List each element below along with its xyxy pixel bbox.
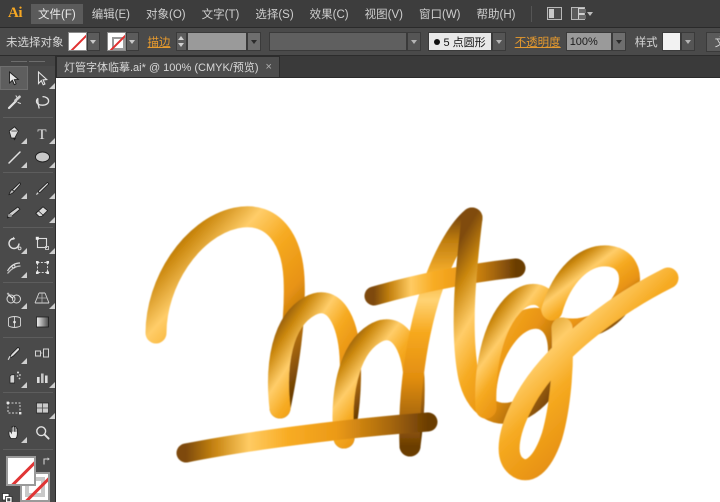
line-segment-tool[interactable] bbox=[0, 145, 28, 169]
stroke-weight-stepper[interactable] bbox=[176, 32, 187, 51]
document-tab[interactable]: 灯管字体临摹.ai* @ 100% (CMYK/预览) × bbox=[56, 56, 280, 77]
stroke-weight-label[interactable]: 描边 bbox=[148, 34, 171, 50]
stroke-weight-input[interactable] bbox=[187, 32, 247, 51]
tool-divider bbox=[3, 449, 53, 450]
document-setup-button[interactable]: 文档设置 bbox=[706, 32, 720, 52]
tool-divider bbox=[3, 117, 53, 118]
width-tool[interactable] bbox=[0, 255, 28, 279]
fill-swatch-large[interactable] bbox=[6, 456, 36, 486]
pencil-tool[interactable] bbox=[28, 176, 56, 200]
shape-builder-tool[interactable] bbox=[0, 286, 28, 310]
style-dropdown[interactable] bbox=[681, 32, 695, 51]
rotate-tool[interactable] bbox=[0, 231, 28, 255]
document-tab-title: 灯管字体临摹.ai* @ 100% (CMYK/预览) bbox=[64, 59, 259, 75]
inter-neon-tube-lettering bbox=[56, 78, 720, 502]
tool-panel: T bbox=[0, 56, 56, 502]
menu-view[interactable]: 视图(V) bbox=[358, 4, 410, 24]
artboard-tool[interactable] bbox=[0, 396, 28, 420]
menu-help[interactable]: 帮助(H) bbox=[470, 4, 523, 24]
width-profile-group[interactable] bbox=[269, 32, 421, 51]
selection-tool[interactable] bbox=[0, 66, 28, 90]
document-tab-bar: 灯管字体临摹.ai* @ 100% (CMYK/预览) × bbox=[56, 56, 720, 78]
illustrator-window: Ai 文件(F) 编辑(E) 对象(O) 文字(T) 选择(S) 效果(C) 视… bbox=[0, 0, 720, 502]
blend-tool[interactable] bbox=[28, 341, 56, 365]
fill-stroke-cluster bbox=[0, 454, 56, 502]
blob-brush-tool[interactable] bbox=[0, 200, 28, 224]
menu-divider bbox=[531, 6, 532, 22]
paintbrush-tool[interactable] bbox=[0, 176, 28, 200]
control-bar: 未选择对象 描边 5 点圆形 不透明度 10 bbox=[0, 28, 720, 56]
column-graph-tool[interactable] bbox=[28, 365, 56, 389]
stroke-profile-group[interactable]: 5 点圆形 bbox=[428, 32, 506, 51]
symbol-sprayer-tool[interactable] bbox=[0, 365, 28, 389]
tool-panel-grip[interactable] bbox=[0, 56, 55, 66]
direct-selection-tool[interactable] bbox=[28, 66, 56, 90]
eyedropper-tool[interactable] bbox=[0, 341, 28, 365]
eraser-tool[interactable] bbox=[28, 200, 56, 224]
tool-divider bbox=[3, 337, 53, 338]
hand-tool[interactable] bbox=[0, 420, 28, 444]
menu-effect[interactable]: 效果(C) bbox=[303, 4, 356, 24]
tool-divider bbox=[3, 227, 53, 228]
magic-wand-tool[interactable] bbox=[0, 90, 28, 114]
tool-divider bbox=[3, 392, 53, 393]
tool-divider bbox=[3, 172, 53, 173]
ellipse-tool[interactable] bbox=[28, 145, 56, 169]
style-swatch[interactable] bbox=[662, 32, 681, 51]
slice-tool[interactable] bbox=[28, 396, 56, 420]
opacity-input[interactable]: 100% bbox=[566, 32, 612, 51]
opacity-dropdown[interactable] bbox=[612, 32, 626, 51]
menu-window[interactable]: 窗口(W) bbox=[412, 4, 468, 24]
close-icon[interactable]: × bbox=[266, 62, 272, 73]
stroke-profile-field[interactable]: 5 点圆形 bbox=[428, 32, 492, 51]
stroke-swatch-group[interactable] bbox=[107, 32, 139, 51]
tool-divider bbox=[3, 282, 53, 283]
opacity-group[interactable]: 100% bbox=[566, 32, 626, 51]
document-canvas[interactable] bbox=[56, 78, 720, 502]
fill-dropdown-arrow[interactable] bbox=[87, 32, 100, 51]
arrange-documents-icon[interactable] bbox=[543, 5, 565, 23]
width-profile-dropdown[interactable] bbox=[407, 32, 421, 51]
pen-tool[interactable] bbox=[0, 121, 28, 145]
fill-swatch[interactable] bbox=[68, 32, 87, 51]
fill-swatch-group[interactable] bbox=[68, 32, 100, 51]
stroke-color-swatch[interactable] bbox=[107, 32, 126, 51]
tool-list: T bbox=[0, 66, 56, 444]
brush-preview-icon bbox=[434, 39, 440, 45]
perspective-grid-tool[interactable] bbox=[28, 286, 56, 310]
scale-tool[interactable] bbox=[28, 231, 56, 255]
style-group[interactable] bbox=[662, 32, 695, 51]
selection-status: 未选择对象 bbox=[6, 34, 64, 50]
stroke-profile-dropdown[interactable] bbox=[492, 32, 506, 51]
gradient-tool[interactable] bbox=[28, 310, 56, 334]
stroke-weight-dropdown[interactable] bbox=[247, 32, 261, 51]
free-transform-tool[interactable] bbox=[28, 255, 56, 279]
workspace-switcher-icon[interactable] bbox=[571, 5, 593, 23]
menu-edit[interactable]: 编辑(E) bbox=[85, 4, 137, 24]
menu-select[interactable]: 选择(S) bbox=[248, 4, 300, 24]
opacity-label[interactable]: 不透明度 bbox=[515, 34, 561, 50]
stroke-profile-value: 5 点圆形 bbox=[444, 34, 486, 50]
mesh-tool[interactable] bbox=[0, 310, 28, 334]
app-logo: Ai bbox=[0, 0, 30, 28]
menu-bar: Ai 文件(F) 编辑(E) 对象(O) 文字(T) 选择(S) 效果(C) 视… bbox=[0, 0, 720, 28]
style-label: 样式 bbox=[635, 34, 658, 50]
swap-fill-stroke-icon[interactable] bbox=[42, 454, 53, 465]
type-tool[interactable]: T bbox=[28, 121, 56, 145]
svg-text:T: T bbox=[37, 127, 46, 141]
stroke-weight-group[interactable] bbox=[176, 32, 261, 51]
width-profile-input[interactable] bbox=[269, 32, 407, 51]
lasso-tool[interactable] bbox=[28, 90, 56, 114]
menu-type[interactable]: 文字(T) bbox=[195, 4, 247, 24]
zoom-tool[interactable] bbox=[28, 420, 56, 444]
default-fill-stroke-icon[interactable] bbox=[2, 491, 13, 502]
menu-object[interactable]: 对象(O) bbox=[139, 4, 193, 24]
stroke-dropdown-arrow[interactable] bbox=[126, 32, 139, 51]
menu-file[interactable]: 文件(F) bbox=[31, 4, 83, 24]
